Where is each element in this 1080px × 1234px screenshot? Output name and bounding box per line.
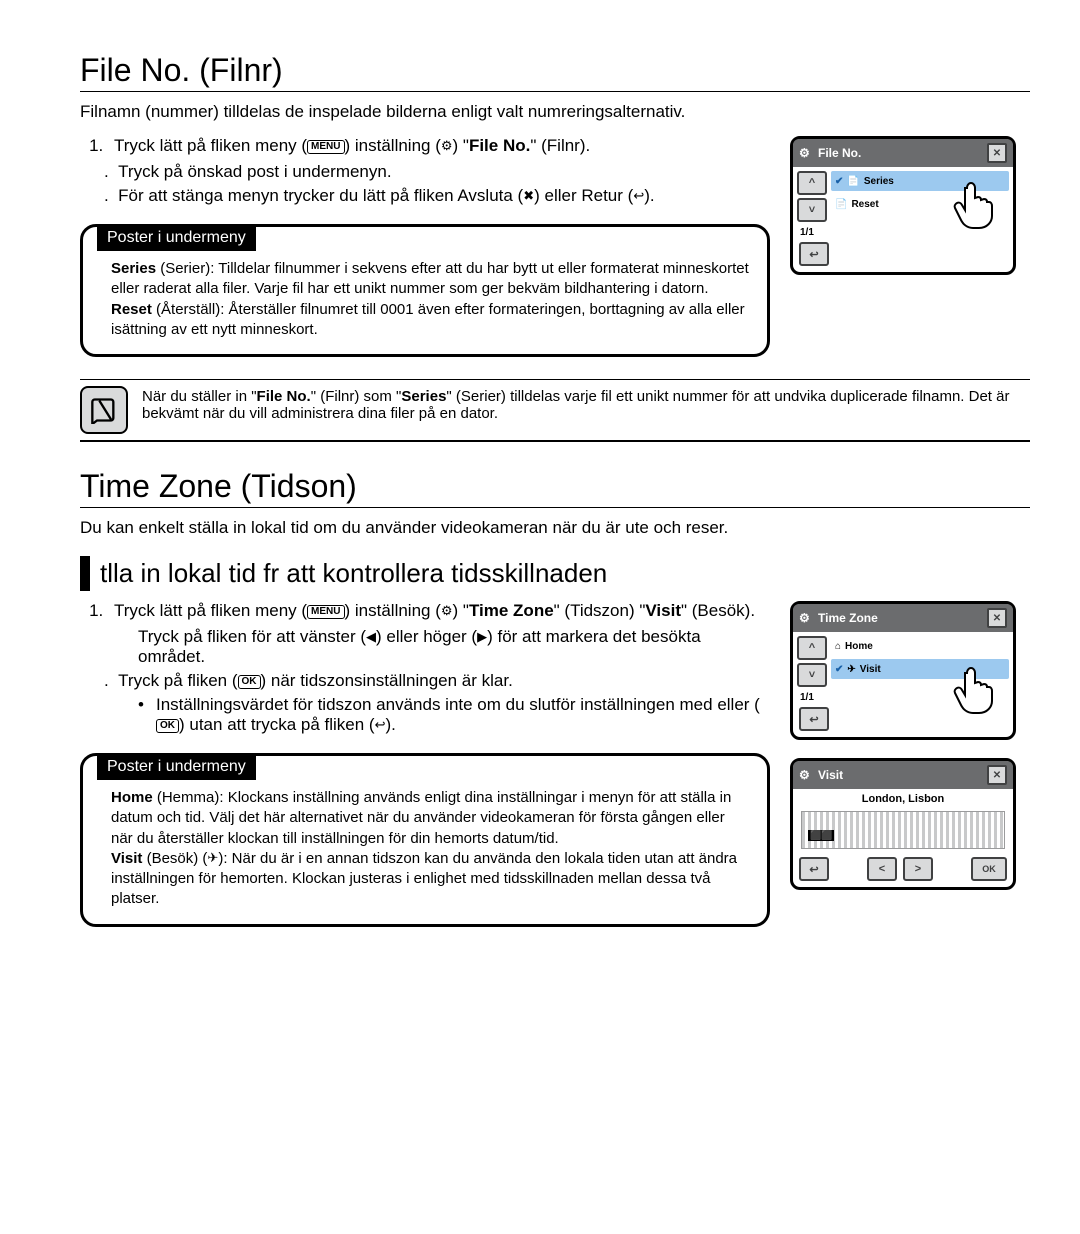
time-zone-step-2: Tryck på fliken för att vänster (◀) elle… [138,627,770,667]
plane-icon: ✈ [207,849,218,867]
time-zone-step-1: Tryck lätt på fliken meny (MENU) inställ… [108,601,770,621]
return-icon: ↩ [633,188,644,204]
up-button[interactable]: ^ [797,171,827,195]
ok-button[interactable]: OK [971,857,1007,881]
note-icon [80,386,128,434]
gear-icon: ⚙ [799,146,813,160]
option-visit[interactable]: ✔✈ Visit [831,659,1009,679]
down-button[interactable]: ˅ [797,663,827,687]
file-no-step-3: . För att stänga menyn trycker du lätt p… [104,186,770,206]
menu-icon: MENU [307,605,344,619]
lcd-title: File No. [818,146,861,160]
file-no-step-1: Tryck lätt på fliken meny (MENU) inställ… [108,136,770,156]
left-icon: ◀ [366,629,376,645]
file-no-intro: Filnamn (nummer) tilldelas de inspelade … [80,102,1030,122]
left-button[interactable]: < [867,857,897,881]
poster-box-file-no: Poster i undermeny Series (Serier): Till… [80,224,770,357]
up-button[interactable]: ^ [797,636,827,660]
check-icon: ✔ [835,664,843,675]
time-zone-step-3: . Tryck på fliken (OK) när tidszonsinstä… [104,671,770,691]
right-button[interactable]: > [903,857,933,881]
section-title-file-no: File No. (Filnr) [80,52,1030,92]
subsection-heading: tlla in lokal tid fr att kontrollera tid… [80,556,1030,591]
menu-icon: MENU [307,140,344,154]
return-button[interactable]: ↩ [799,857,829,881]
time-zone-intro: Du kan enkelt ställa in lokal tid om du … [80,518,1030,538]
option-series[interactable]: ✔📄 Series [831,171,1009,191]
note-file-no: När du ställer in "File No." (Filnr) som… [80,379,1030,442]
ok-icon: OK [156,719,179,733]
lcd-file-no: ⚙ File No. ✕ ^ ˅ 1/1 ✔📄 Series 📄 Reset [790,136,1016,275]
date-chip: ⬛⬛ [808,830,834,841]
return-button[interactable]: ↩ [799,242,829,266]
poster-tab-label: Poster i undermeny [97,754,256,780]
option-reset[interactable]: 📄 Reset [831,194,1009,214]
page-indicator: 1/1 [800,227,827,238]
ok-icon: OK [238,675,261,689]
right-icon: ▶ [477,629,487,645]
check-icon: ✔ [835,176,843,187]
close-icon: ✖ [523,188,534,204]
close-icon[interactable]: ✕ [987,765,1007,785]
home-icon: ⌂ [835,641,841,652]
option-home[interactable]: ⌂ Home [831,636,1009,656]
world-map-graphic: ⬛⬛ [801,811,1005,849]
visit-city-label: London, Lisbon [793,789,1013,807]
down-button[interactable]: ˅ [797,198,827,222]
gear-icon: ⚙ [441,603,453,619]
file-no-step-2: . Tryck på önskad post i undermenyn. [104,162,770,182]
return-icon: ↩ [375,717,386,733]
page-indicator: 1/1 [800,692,827,703]
poster-tab-label: Poster i undermeny [97,225,256,251]
gear-icon: ⚙ [799,611,813,625]
lcd-visit: ⚙ Visit ✕ London, Lisbon ⬛⬛ ↩ < > OK [790,758,1016,890]
return-button[interactable]: ↩ [799,707,829,731]
gear-icon: ⚙ [799,768,813,782]
time-zone-bullet-1: Inställningsvärdet för tidszon används i… [138,695,770,735]
close-icon[interactable]: ✕ [987,143,1007,163]
lcd-title: Time Zone [818,611,878,625]
close-icon[interactable]: ✕ [987,608,1007,628]
lcd-title: Visit [818,768,843,782]
lcd-time-zone: ⚙Time Zone ✕ ^ ˅ 1/1 ⌂ Home ✔✈ Visit [790,601,1016,740]
gear-icon: ⚙ [441,138,453,154]
poster-box-time-zone: Poster i undermeny Home (Hemma): Klockan… [80,753,770,927]
section-title-time-zone: Time Zone (Tidson) [80,468,1030,508]
plane-icon: ✈ [847,664,855,675]
